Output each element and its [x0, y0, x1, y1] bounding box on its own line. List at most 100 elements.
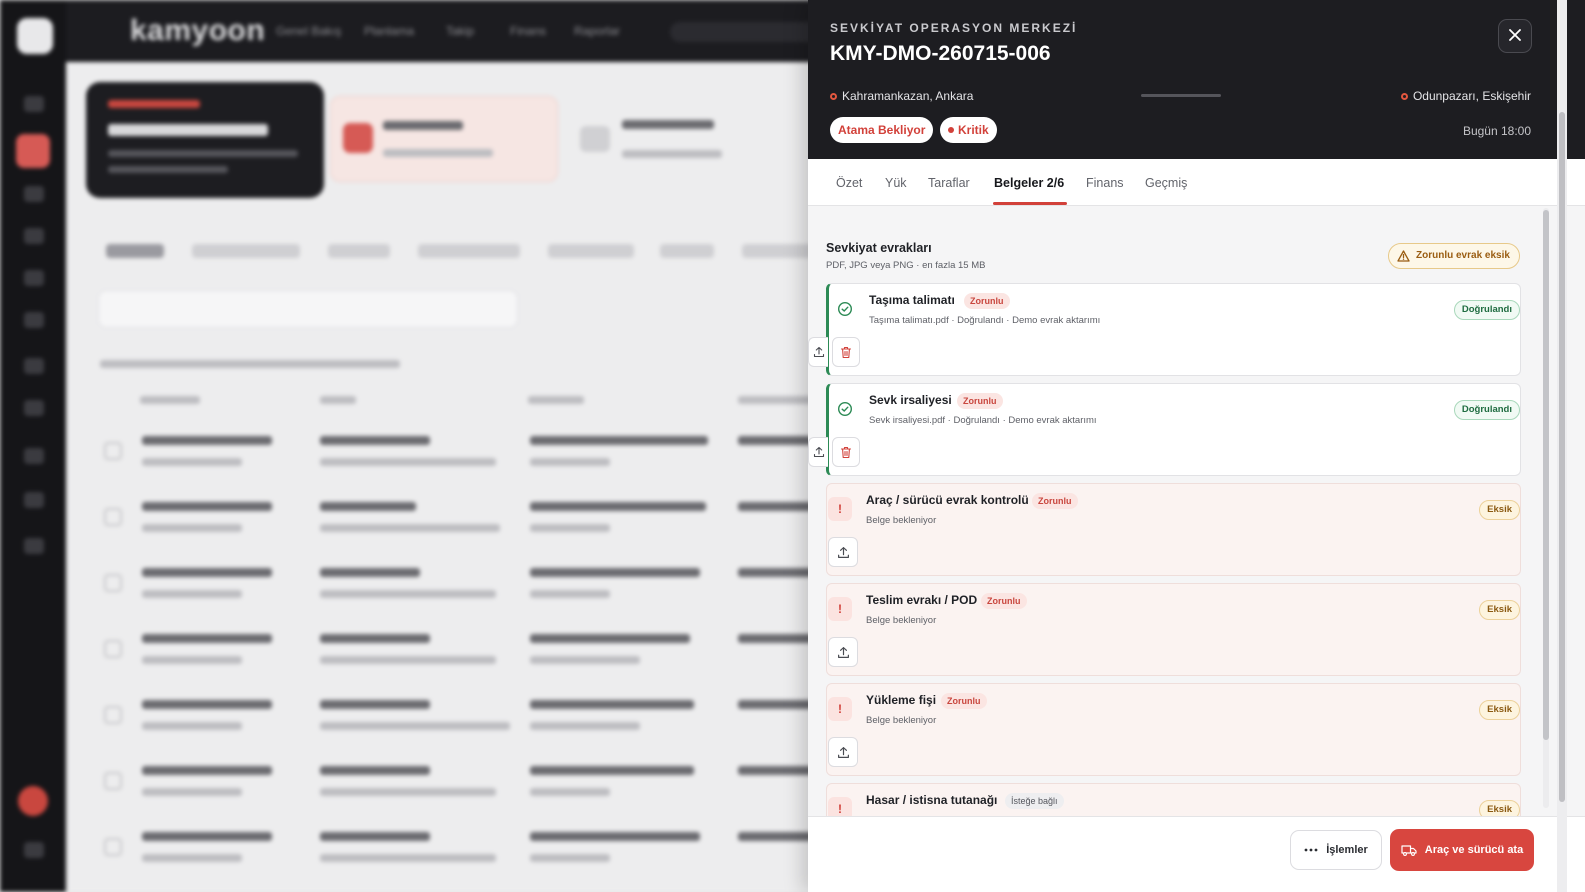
document-name: Hasar / istisna tutanağı: [866, 793, 998, 807]
route-line: [1141, 94, 1221, 97]
hero-card: [86, 82, 324, 198]
drawer-tabs: Özet Yük Taraflar Belgeler 2/6 Finans Ge…: [808, 159, 1585, 206]
rail-icon: [24, 538, 44, 554]
due-time: Bugün 18:00: [1462, 124, 1531, 138]
document-name: Teslim evrakı / POD: [866, 593, 978, 607]
nav-item: Raporlar: [574, 24, 621, 38]
origin-location: Kahramankazan, Ankara: [830, 89, 973, 103]
rail-icon: [24, 312, 44, 328]
required-tag: Zorunlu: [941, 693, 987, 709]
tab-finans[interactable]: Finans: [1086, 176, 1124, 190]
trash-icon: [840, 346, 852, 358]
rail-icon: [24, 358, 44, 374]
search-box: [670, 22, 820, 42]
page-scrollbar[interactable]: [1557, 0, 1567, 892]
tab-taraflar[interactable]: Taraflar: [928, 176, 970, 190]
optional-tag: İsteğe bağlı: [1005, 793, 1064, 809]
document-meta: Sevk irsaliyesi.pdf · Doğrulandı · Demo …: [869, 415, 1097, 426]
destination-dot-icon: [1400, 92, 1408, 100]
icon-rail: [0, 0, 66, 892]
rail-icon: [24, 492, 44, 508]
status-badge: Eksik: [1479, 600, 1520, 620]
status-badge: Doğrulandı: [1453, 400, 1520, 420]
rail-icon: [24, 96, 44, 112]
stat-card: [330, 96, 558, 182]
truck-icon: [1401, 845, 1417, 856]
tab-yuk[interactable]: Yük: [885, 176, 907, 190]
rail-icon: [24, 270, 44, 286]
required-tag: Zorunlu: [964, 293, 1010, 309]
upload-icon: [837, 746, 849, 758]
close-icon: [1509, 29, 1521, 41]
brand-logo: kamyoon: [130, 14, 266, 47]
stat-card: [566, 96, 806, 182]
alert-icon: !: [828, 697, 852, 721]
verified-check-icon: [835, 299, 855, 319]
drawer-header: SEVKİYAT OPERASYON MERKEZİ KMY-DMO-26071…: [808, 0, 1585, 159]
shipment-id: KMY-DMO-260715-006: [830, 42, 1051, 65]
alert-icon: !: [828, 797, 852, 816]
required-tag: Zorunlu: [981, 593, 1027, 609]
document-card: ! Yükleme fişi Zorunlu Belge bekleniyor …: [826, 683, 1521, 776]
destination-label: Odunpazarı, Eskişehir: [1412, 89, 1531, 103]
rail-icon: [24, 186, 44, 202]
upload-button[interactable]: [808, 337, 828, 367]
delete-button[interactable]: [832, 337, 860, 367]
document-name: Yükleme fişi: [866, 693, 937, 707]
document-meta: Belge bekleniyor: [866, 715, 937, 726]
app-logo: [17, 18, 53, 54]
status-badge: Eksik: [1479, 800, 1520, 816]
section-subtitle: PDF, JPG veya PNG · en fazla 15 MB: [826, 260, 986, 271]
upload-button[interactable]: [808, 437, 828, 467]
more-dots-icon: [1304, 848, 1318, 852]
top-bar: kamyoon Genel Bakış Planlama Takip Finan…: [66, 0, 826, 62]
status-badge: Eksik: [1479, 700, 1520, 720]
upload-icon: [813, 346, 824, 358]
required-tag: Zorunlu: [1032, 493, 1078, 509]
nav-item: Finans: [510, 24, 547, 38]
rail-icon: [24, 228, 44, 244]
upload-button[interactable]: [828, 537, 858, 567]
missing-documents-warning: Zorunlu evrak eksik: [1388, 243, 1520, 269]
assign-vehicle-driver-button[interactable]: Araç ve sürücü ata: [1390, 829, 1534, 871]
document-meta: Taşıma talimatı.pdf · Doğrulandı · Demo …: [869, 315, 1101, 326]
upload-icon: [837, 546, 849, 558]
documents-panel: Sevkiyat evrakları PDF, JPG veya PNG · e…: [808, 206, 1585, 816]
trash-icon: [840, 446, 852, 458]
destination-location: Odunpazarı, Eskişehir: [1400, 89, 1531, 103]
panel-scrollbar-thumb[interactable]: [1543, 210, 1549, 740]
shipment-drawer: SEVKİYAT OPERASYON MERKEZİ KMY-DMO-26071…: [808, 0, 1585, 892]
nav-item: Genel Bakış: [276, 24, 342, 38]
tab-belgeler[interactable]: Belgeler 2/6: [994, 176, 1064, 190]
nav-item: Planlama: [364, 24, 415, 38]
upload-button[interactable]: [828, 637, 858, 667]
section-title: Sevkiyat evrakları: [826, 241, 932, 255]
status-badge: Atama Bekliyor: [830, 117, 934, 143]
document-name: Taşıma talimatı: [869, 293, 955, 307]
close-button[interactable]: [1498, 19, 1532, 53]
document-meta: Belge bekleniyor: [866, 515, 937, 526]
status-badge: Doğrulandı: [1453, 300, 1520, 320]
rail-icon: [24, 842, 44, 858]
page-scrollbar-thumb[interactable]: [1559, 112, 1565, 802]
priority-badge: Kritik: [940, 117, 997, 143]
origin-dot-icon: [830, 92, 837, 100]
upload-icon: [813, 446, 824, 458]
verified-check-icon: [835, 399, 855, 419]
tab-ozet[interactable]: Özet: [836, 176, 862, 190]
actions-button[interactable]: İşlemler: [1290, 830, 1382, 870]
main-area: [66, 62, 826, 892]
required-tag: Zorunlu: [957, 393, 1003, 409]
document-card: ! Araç / sürücü evrak kontrolü Zorunlu B…: [826, 483, 1521, 576]
origin-label: Kahramankazan, Ankara: [842, 89, 974, 103]
document-card: Taşıma talimatı Zorunlu Taşıma talimatı.…: [808, 283, 1521, 376]
delete-button[interactable]: [832, 437, 860, 467]
drawer-footer: İşlemler Araç ve sürücü ata: [808, 816, 1585, 892]
upload-button[interactable]: [828, 737, 858, 767]
active-tab-indicator: [993, 202, 1067, 205]
tab-gecmis[interactable]: Geçmiş: [1145, 176, 1187, 190]
document-card: ! Teslim evrakı / POD Zorunlu Belge bekl…: [826, 583, 1521, 676]
rail-avatar: [18, 786, 48, 816]
rail-icon-active: [16, 134, 50, 168]
alert-icon: !: [828, 597, 852, 621]
